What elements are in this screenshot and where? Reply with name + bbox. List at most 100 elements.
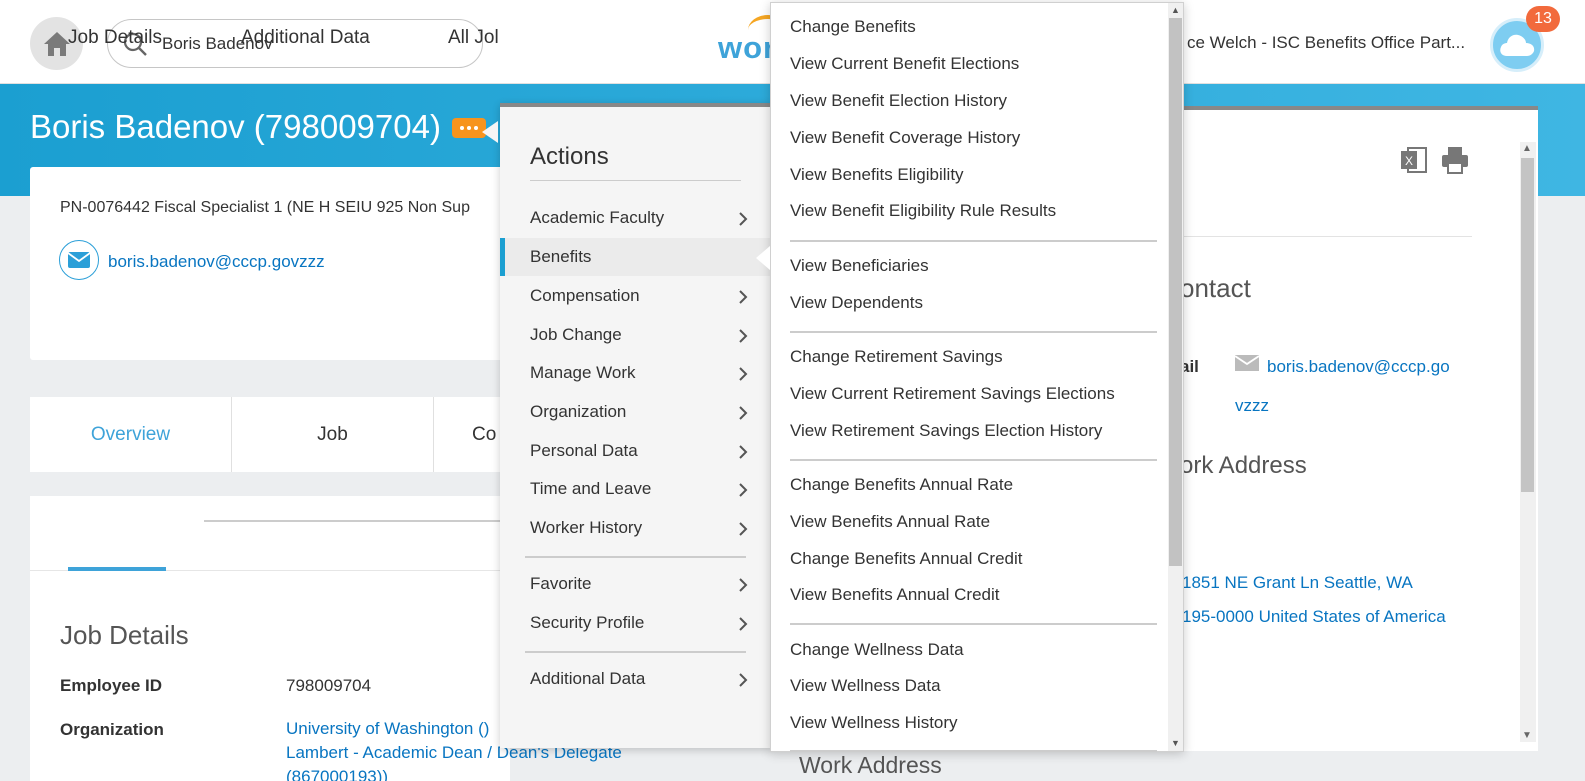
contact-email-link-line-2[interactable]: vzzz [1235, 396, 1269, 416]
submenu-item[interactable]: View Benefit Coverage History [790, 128, 1020, 148]
scroll-up-icon[interactable]: ▲ [1171, 5, 1180, 15]
dot-icon [467, 126, 471, 130]
action-label: Organization [530, 402, 627, 421]
action-compensation[interactable]: Compensation [500, 277, 772, 315]
home-icon [43, 31, 70, 56]
address-line-2[interactable]: 195-0000 United States of America [1182, 607, 1446, 627]
chevron-right-icon [739, 367, 748, 381]
tab-overview[interactable]: Overview [30, 397, 232, 472]
subtab-additional-data[interactable]: Additional Data [241, 27, 370, 49]
scroll-down-icon[interactable]: ▼ [1171, 738, 1180, 748]
submenu-scroll-thumb[interactable] [1169, 18, 1182, 566]
tab-compensation[interactable]: Co [434, 397, 510, 472]
submenu-item[interactable]: Change Wellness Data [790, 640, 964, 660]
submenu-item[interactable]: View Current Retirement Savings Election… [790, 384, 1115, 404]
subtab-all-jobs[interactable]: All Jol [448, 27, 499, 49]
menu-pointer [482, 121, 498, 143]
submenu-item[interactable]: View Dependents [790, 293, 923, 313]
submenu-item[interactable]: Change Benefits Annual Rate [790, 475, 1013, 495]
chevron-right-icon [739, 212, 748, 226]
excel-icon: X [1401, 147, 1427, 173]
user-label[interactable]: ce Welch - ISC Benefits Office Part... [1187, 33, 1465, 53]
action-security-profile[interactable]: Security Profile [500, 604, 772, 642]
workday-logo[interactable]: wor [718, 30, 776, 66]
submenu-item[interactable]: View Benefit Election History [790, 91, 1007, 111]
action-label: Benefits [530, 247, 592, 266]
position-text: PN-0076442 Fiscal Specialist 1 (NE H SEI… [60, 199, 470, 216]
submenu-divider [790, 750, 1157, 752]
export-excel-button[interactable]: X [1399, 145, 1429, 180]
chevron-right-icon [739, 522, 748, 536]
bottom-work-address-heading: Work Address [799, 752, 942, 778]
chevron-right-icon [739, 445, 748, 459]
action-worker-history[interactable]: Worker History [500, 509, 772, 547]
scroll-down-icon[interactable]: ▼ [1522, 730, 1532, 741]
svg-text:X: X [1405, 154, 1413, 168]
mail-icon [67, 252, 91, 268]
submenu-item[interactable]: View Wellness Data [790, 676, 941, 696]
action-benefits[interactable]: Benefits [500, 238, 772, 276]
chevron-right-icon [739, 673, 748, 687]
action-label: Time and Leave [530, 479, 652, 498]
action-manage-work[interactable]: Manage Work [500, 354, 772, 392]
related-actions-button[interactable] [452, 118, 486, 138]
organization-link-line-1[interactable]: University of Washington () [286, 717, 489, 741]
worker-title: Boris Badenov (798009704) [30, 108, 441, 145]
submenu-item[interactable]: View Benefits Eligibility [790, 165, 964, 185]
submenu-item[interactable]: View Wellness History [790, 713, 958, 733]
chevron-right-icon [739, 578, 748, 592]
action-label: Manage Work [530, 363, 636, 382]
action-academic-faculty[interactable]: Academic Faculty [500, 199, 772, 237]
action-label: Job Change [530, 325, 622, 344]
address-line-1[interactable]: 1851 NE Grant Ln Seattle, WA [1182, 573, 1413, 593]
worker-email-link[interactable]: boris.badenov@cccp.govzzz [108, 252, 325, 272]
active-subtab-indicator [68, 567, 166, 571]
submenu-item[interactable]: View Current Benefit Elections [790, 54, 1019, 74]
submenu-item[interactable]: Change Retirement Savings [790, 347, 1003, 367]
submenu-item[interactable]: Change Benefits Annual Credit [790, 549, 1023, 569]
scroll-up-icon[interactable]: ▲ [1522, 143, 1532, 154]
notification-badge[interactable]: 13 [1526, 6, 1560, 32]
action-favorite[interactable]: Favorite [500, 565, 772, 603]
chevron-right-icon [739, 290, 748, 304]
employee-id-label: Employee ID [60, 676, 163, 695]
mail-icon [1235, 355, 1259, 371]
action-label: Personal Data [530, 441, 638, 460]
action-label: Additional Data [530, 669, 646, 688]
subtab-job-details[interactable]: Job Details [68, 27, 162, 49]
action-label: Worker History [530, 518, 643, 537]
right-panel-scroll-thumb[interactable] [1521, 158, 1534, 492]
contact-email-link-line-1[interactable]: boris.badenov@cccp.go [1267, 357, 1450, 377]
submenu-item[interactable]: View Benefit Eligibility Rule Results [790, 201, 1056, 221]
submenu-divider [790, 331, 1157, 333]
dot-icon [460, 126, 464, 130]
chevron-right-icon [739, 617, 748, 631]
contact-heading: ontact [1180, 273, 1251, 303]
submenu-item[interactable]: View Retirement Savings Election History [790, 421, 1102, 441]
action-additional-data[interactable]: Additional Data [500, 660, 772, 698]
submenu-item[interactable]: Change Benefits [790, 17, 916, 37]
action-label: Favorite [530, 574, 592, 593]
tab-job[interactable]: Job [232, 397, 434, 472]
employee-id-value: 798009704 [286, 676, 372, 695]
action-personal-data[interactable]: Personal Data [500, 432, 772, 470]
action-job-change[interactable]: Job Change [500, 316, 772, 354]
profile-tabs: Overview Job Co [30, 397, 510, 472]
submenu-divider [790, 459, 1157, 461]
dot-icon [474, 126, 478, 130]
submenu-item[interactable]: View Benefits Annual Rate [790, 512, 990, 532]
action-label: Academic Faculty [530, 208, 665, 227]
job-details-heading: Job Details [60, 620, 189, 650]
mail-button[interactable] [59, 240, 99, 280]
action-time-and-leave[interactable]: Time and Leave [500, 470, 772, 508]
action-organization[interactable]: Organization [500, 393, 772, 431]
actions-divider [525, 651, 746, 653]
action-label: Security Profile [530, 613, 645, 632]
right-panel [1180, 106, 1538, 751]
organization-link-line-3[interactable]: (867000193)) [286, 765, 388, 781]
chevron-right-icon [739, 483, 748, 497]
submenu-item[interactable]: View Benefits Annual Credit [790, 585, 999, 605]
submenu-item[interactable]: View Beneficiaries [790, 256, 929, 276]
submenu-divider [790, 623, 1157, 625]
print-button[interactable] [1440, 145, 1470, 180]
